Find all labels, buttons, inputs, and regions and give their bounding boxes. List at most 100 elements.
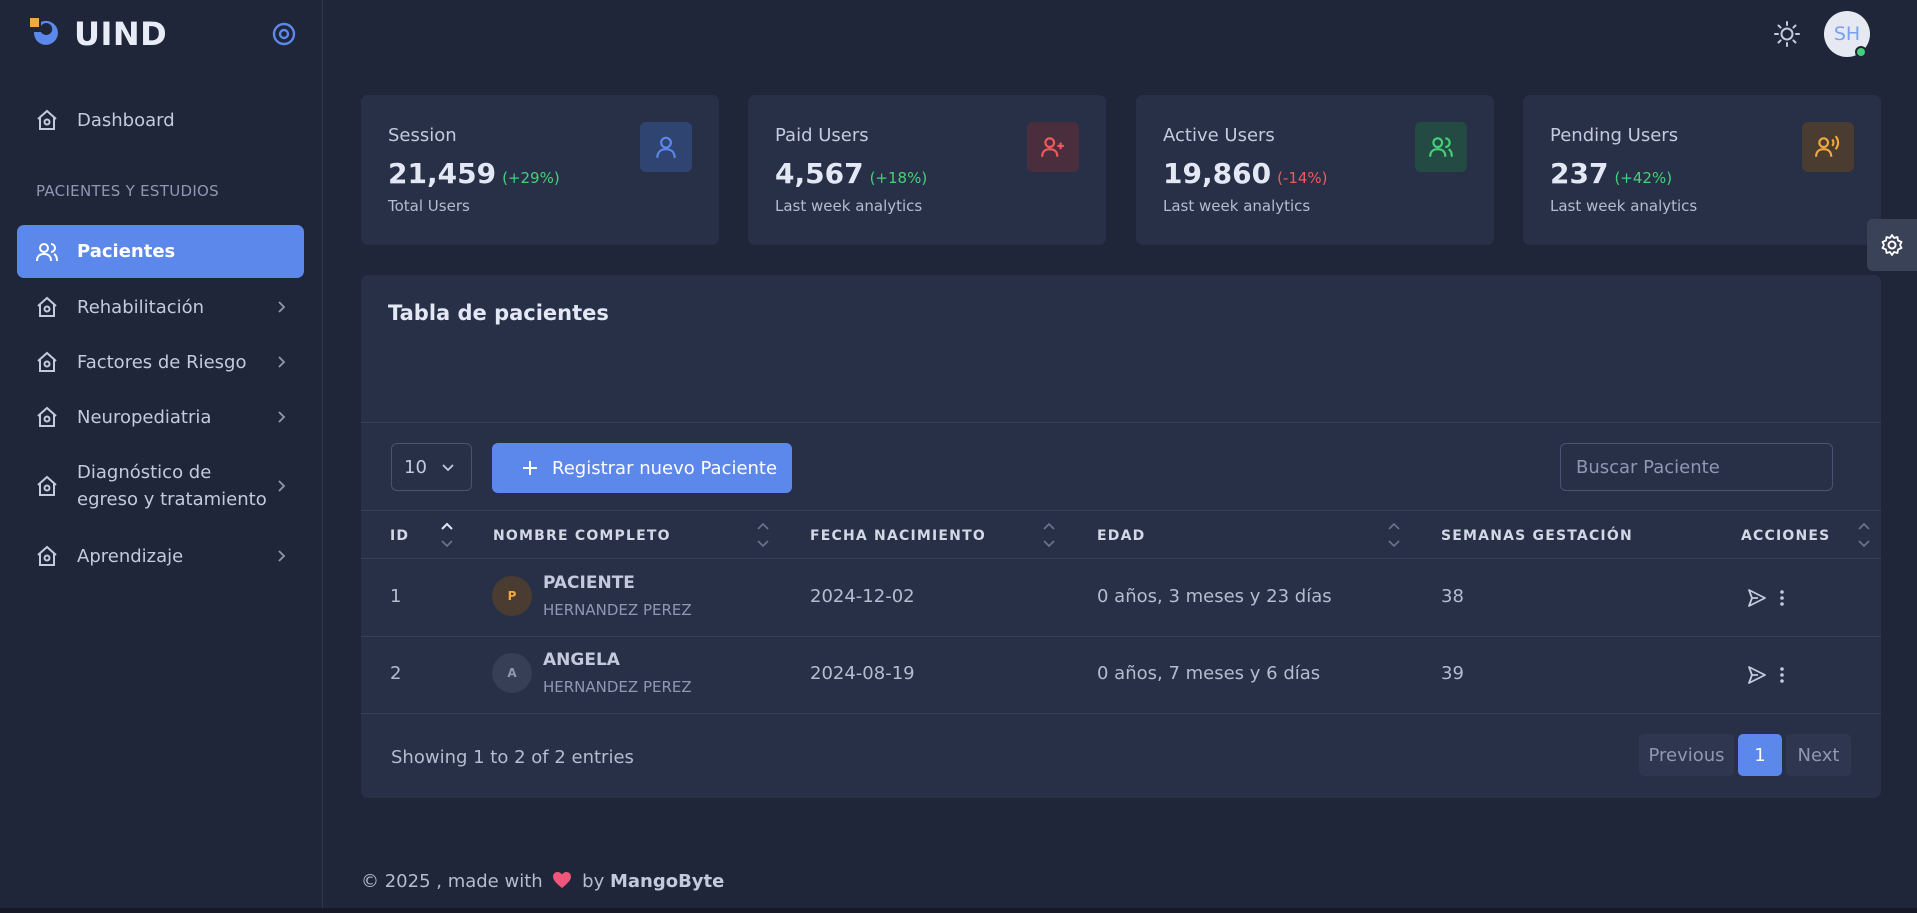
table-row[interactable]: 2 A ANGELA HERNANDEZ PEREZ 2024-08-19 0 … bbox=[361, 636, 1881, 713]
table-row[interactable]: 1 P PACIENTE HERNANDEZ PEREZ 2024-12-02 … bbox=[361, 559, 1881, 636]
sidebar-item-pacientes[interactable]: Pacientes bbox=[17, 225, 304, 278]
page-size-value: 10 bbox=[404, 456, 427, 478]
chevron-right-icon bbox=[278, 480, 286, 492]
sidebar-toggle-icon[interactable] bbox=[270, 20, 298, 48]
stat-card-paid-users: Paid Users 4,567 (+18%) Last week analyti… bbox=[748, 95, 1106, 245]
sidebar-item-label: Factores de Riesgo bbox=[77, 351, 247, 373]
divider bbox=[361, 510, 1881, 511]
footer-company-link[interactable]: MangoByte bbox=[610, 871, 724, 892]
card-badge bbox=[1415, 122, 1467, 172]
card-value: 19,860 bbox=[1163, 157, 1272, 190]
card-subtitle: Last week analytics bbox=[1550, 197, 1698, 215]
sidebar-item-diagnostico[interactable]: Diagnóstico de egreso y tratamiento bbox=[17, 456, 304, 516]
card-change: (-14%) bbox=[1277, 169, 1328, 187]
card-subtitle: Last week analytics bbox=[775, 197, 923, 215]
sort-icon[interactable] bbox=[756, 520, 770, 550]
sidebar-item-label: Neuropediatria bbox=[77, 406, 212, 428]
chevron-down-icon bbox=[442, 464, 454, 472]
card-value-wrap: 4,567 (+18%) bbox=[775, 157, 927, 190]
sort-icon[interactable] bbox=[1042, 520, 1056, 550]
sidebar-item-label: Diagnóstico de egreso y tratamiento bbox=[77, 459, 267, 513]
home-icon bbox=[37, 296, 57, 317]
stat-card-pending-users: Pending Users 237 (+42%) Last week analyt… bbox=[1523, 95, 1881, 245]
column-header-birth[interactable]: FECHA NACIMIENTO bbox=[810, 528, 986, 544]
pagination-previous[interactable]: Previous bbox=[1639, 734, 1734, 776]
card-value: 21,459 bbox=[388, 157, 497, 190]
patient-surname: HERNANDEZ PEREZ bbox=[543, 678, 692, 696]
users-icon bbox=[1429, 137, 1453, 157]
home-icon bbox=[37, 351, 57, 372]
panel-title: Tabla de pacientes bbox=[388, 301, 609, 325]
card-badge bbox=[1027, 122, 1079, 172]
sidebar-item-dashboard[interactable]: Dashboard bbox=[17, 100, 304, 140]
sort-icon[interactable] bbox=[1857, 520, 1871, 550]
register-patient-button[interactable]: Registrar nuevo Paciente bbox=[492, 443, 792, 493]
card-title: Active Users bbox=[1163, 125, 1275, 146]
user-plus-icon bbox=[1041, 137, 1064, 157]
card-title: Session bbox=[388, 125, 457, 146]
avatar: P bbox=[492, 576, 532, 616]
register-patient-label: Registrar nuevo Paciente bbox=[552, 457, 778, 479]
chevron-right-icon bbox=[278, 301, 286, 313]
sidebar-item-neuropediatria[interactable]: Neuropediatria bbox=[17, 397, 304, 437]
card-badge bbox=[640, 122, 692, 172]
send-icon[interactable] bbox=[1746, 664, 1768, 686]
cell-id: 2 bbox=[390, 663, 402, 684]
heart-icon bbox=[553, 872, 572, 888]
card-subtitle: Last week analytics bbox=[1163, 197, 1311, 215]
column-header-name[interactable]: NOMBRE COMPLETO bbox=[493, 528, 671, 544]
logo-icon bbox=[30, 18, 58, 45]
sidebar-item-aprendizaje[interactable]: Aprendizaje bbox=[17, 536, 304, 576]
patients-table-panel: Tabla de pacientes 10 Registrar nuevo Pa… bbox=[361, 275, 1881, 798]
sidebar-item-label-line2: egreso y tratamiento bbox=[77, 489, 267, 510]
theme-toggle-icon[interactable] bbox=[1773, 20, 1801, 48]
column-header-id[interactable]: ID bbox=[390, 528, 409, 544]
column-header-age[interactable]: EDAD bbox=[1097, 528, 1145, 544]
divider bbox=[361, 713, 1881, 714]
card-change: (+42%) bbox=[1614, 169, 1673, 187]
plus-icon bbox=[523, 461, 537, 475]
page-size-select[interactable]: 10 bbox=[391, 443, 472, 491]
home-icon bbox=[37, 545, 57, 566]
patient-name[interactable]: PACIENTE bbox=[543, 573, 635, 593]
stat-card-session: Session 21,459 (+29%) Total Users bbox=[361, 95, 719, 245]
pagination-next[interactable]: Next bbox=[1786, 734, 1851, 776]
sidebar-section-title: PACIENTES Y ESTUDIOS bbox=[36, 182, 219, 200]
patient-name[interactable]: ANGELA bbox=[543, 650, 620, 670]
card-value: 4,567 bbox=[775, 157, 864, 190]
sidebar-item-factores-de-riesgo[interactable]: Factores de Riesgo bbox=[17, 342, 304, 382]
card-badge bbox=[1802, 122, 1854, 172]
avatar: A bbox=[492, 653, 532, 693]
column-header-weeks[interactable]: SEMANAS GESTACIÓN bbox=[1441, 528, 1633, 544]
home-icon bbox=[37, 109, 57, 130]
sidebar-item-label: Dashboard bbox=[77, 109, 175, 131]
stat-card-active-users: Active Users 19,860 (-14%) Last week anal… bbox=[1136, 95, 1494, 245]
footer-prefix: © 2025 , made with bbox=[361, 871, 543, 892]
more-vertical-icon[interactable] bbox=[1778, 587, 1786, 609]
send-icon[interactable] bbox=[1746, 587, 1768, 609]
card-value-wrap: 21,459 (+29%) bbox=[388, 157, 560, 190]
search-input[interactable] bbox=[1560, 443, 1833, 491]
column-header-actions[interactable]: ACCIONES bbox=[1741, 528, 1830, 544]
user-initials: SH bbox=[1833, 23, 1861, 45]
sort-icon[interactable] bbox=[1387, 520, 1401, 550]
card-value-wrap: 237 (+42%) bbox=[1550, 157, 1672, 190]
sort-icon[interactable] bbox=[440, 520, 454, 550]
cell-weeks: 38 bbox=[1441, 586, 1464, 607]
users-icon bbox=[36, 242, 58, 261]
cell-age: 0 años, 3 meses y 23 días bbox=[1097, 586, 1332, 607]
cell-age: 0 años, 7 meses y 6 días bbox=[1097, 663, 1321, 684]
user-icon bbox=[656, 136, 676, 158]
sidebar-item-rehabilitacion[interactable]: Rehabilitación bbox=[17, 287, 304, 327]
divider bbox=[361, 422, 1881, 423]
brand[interactable]: UIND bbox=[28, 14, 167, 54]
bottom-edge bbox=[0, 908, 1917, 913]
customizer-button[interactable] bbox=[1867, 219, 1917, 271]
user-voice-icon bbox=[1815, 135, 1840, 157]
chevron-right-icon bbox=[278, 550, 286, 562]
more-vertical-icon[interactable] bbox=[1778, 664, 1786, 686]
sidebar: UIND Dashboard PACIENTES Y ESTUDIOS Paci… bbox=[0, 0, 323, 913]
brand-name: UIND bbox=[74, 15, 168, 53]
sidebar-item-label: Rehabilitación bbox=[77, 296, 205, 318]
pagination-page-1[interactable]: 1 bbox=[1738, 734, 1782, 776]
